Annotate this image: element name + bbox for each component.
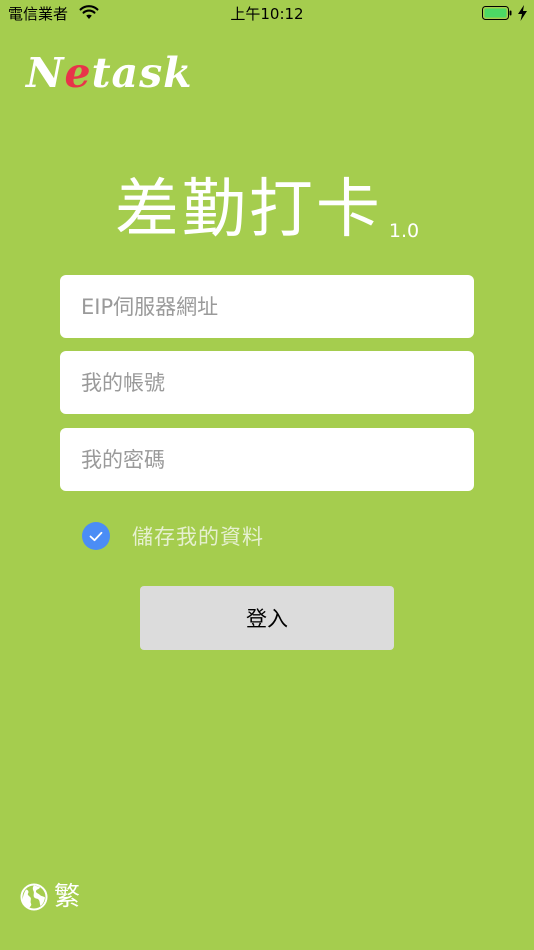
remember-label: 儲存我的資料	[132, 525, 264, 549]
login-button[interactable]: 登入	[140, 586, 394, 650]
logo-suffix: task	[91, 49, 193, 97]
logo-highlight: e	[64, 49, 92, 97]
app-title: 差勤打卡 1.0	[0, 172, 534, 248]
remember-checkbox[interactable]	[82, 522, 110, 550]
language-switcher[interactable]: 繁	[20, 881, 80, 913]
logo-prefix: N	[26, 49, 65, 97]
password-input[interactable]	[60, 428, 474, 491]
server-url-input[interactable]	[60, 275, 474, 338]
charging-bolt-icon	[518, 5, 527, 21]
remember-me-toggle[interactable]: 儲存我的資料	[82, 522, 264, 550]
language-label: 繁	[54, 882, 81, 912]
globe-icon	[20, 883, 48, 911]
netask-logo: Netask	[26, 48, 193, 98]
status-bar: 電信業者 上午10:12	[0, 0, 534, 28]
checkmark-icon	[89, 531, 103, 541]
app-version: 1.0	[388, 220, 420, 242]
account-input[interactable]	[60, 351, 474, 414]
app-title-text: 差勤打卡	[114, 173, 383, 247]
battery-icon	[482, 6, 512, 20]
clock-time: 上午10:12	[230, 5, 304, 23]
